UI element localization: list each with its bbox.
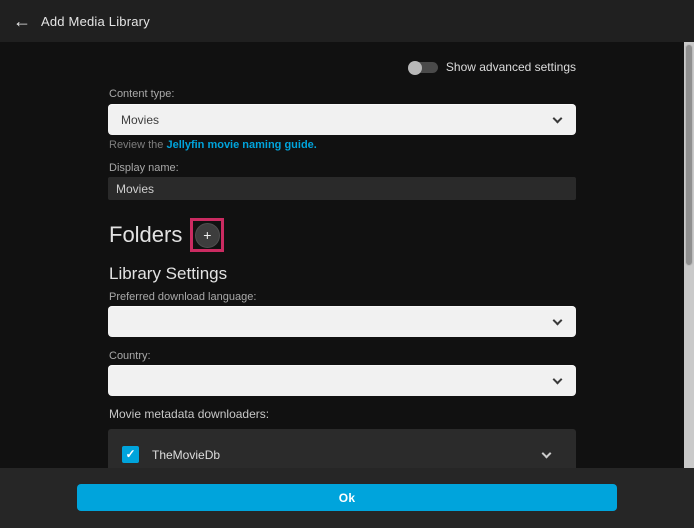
preferred-language-label: Preferred download language: (109, 291, 256, 303)
naming-guide-helper: Review the Jellyfin movie naming guide. (109, 139, 317, 151)
themoviedb-checkbox[interactable]: ✓ (122, 446, 139, 463)
add-folder-button[interactable]: + (195, 223, 220, 248)
content-type-select[interactable]: Movies (108, 104, 576, 135)
chevron-down-icon[interactable] (542, 449, 552, 459)
folders-section: Folders + (109, 218, 224, 252)
downloader-row-themoviedb: ✓ TheMovieDb (122, 446, 562, 463)
naming-guide-link[interactable]: Jellyfin movie naming guide (166, 139, 313, 151)
back-arrow-icon: ← (13, 11, 31, 31)
toggle-off-icon[interactable] (408, 61, 438, 74)
preferred-language-select[interactable] (108, 306, 576, 337)
content-type-label: Content type: (109, 88, 174, 100)
plus-icon: + (203, 227, 211, 243)
advanced-settings-label: Show advanced settings (446, 60, 576, 74)
advanced-settings-toggle-row[interactable]: Show advanced settings (408, 60, 576, 74)
focus-ring: + (190, 218, 224, 252)
check-icon: ✓ (125, 447, 135, 461)
toggle-knob (408, 61, 422, 75)
country-label: Country: (109, 350, 151, 362)
helper-prefix: Review the (109, 139, 166, 151)
ok-button[interactable]: Ok (77, 484, 617, 511)
display-name-input[interactable] (108, 177, 576, 200)
display-name-label: Display name: (109, 162, 179, 174)
helper-suffix: . (314, 139, 317, 151)
chevron-down-icon (553, 114, 563, 124)
downloader-name: TheMovieDb (152, 448, 220, 462)
library-settings-heading: Library Settings (109, 264, 227, 284)
chevron-down-icon (553, 316, 563, 326)
add-media-library-page: ← Add Media Library Show advanced settin… (0, 0, 694, 528)
page-title: Add Media Library (41, 14, 150, 29)
country-select[interactable] (108, 365, 576, 396)
chevron-down-icon (553, 375, 563, 385)
folders-heading: Folders (109, 222, 182, 248)
top-app-bar: ← Add Media Library (0, 0, 694, 42)
form-content: Show advanced settings Content type: Mov… (108, 42, 576, 468)
metadata-downloaders-label: Movie metadata downloaders: (109, 407, 269, 421)
scrollbar-thumb[interactable] (685, 44, 693, 266)
footer-bar: Ok (0, 468, 694, 528)
content-type-value: Movies (121, 113, 159, 127)
scrollbar-track[interactable] (684, 42, 694, 468)
back-button[interactable]: ← (7, 6, 37, 36)
